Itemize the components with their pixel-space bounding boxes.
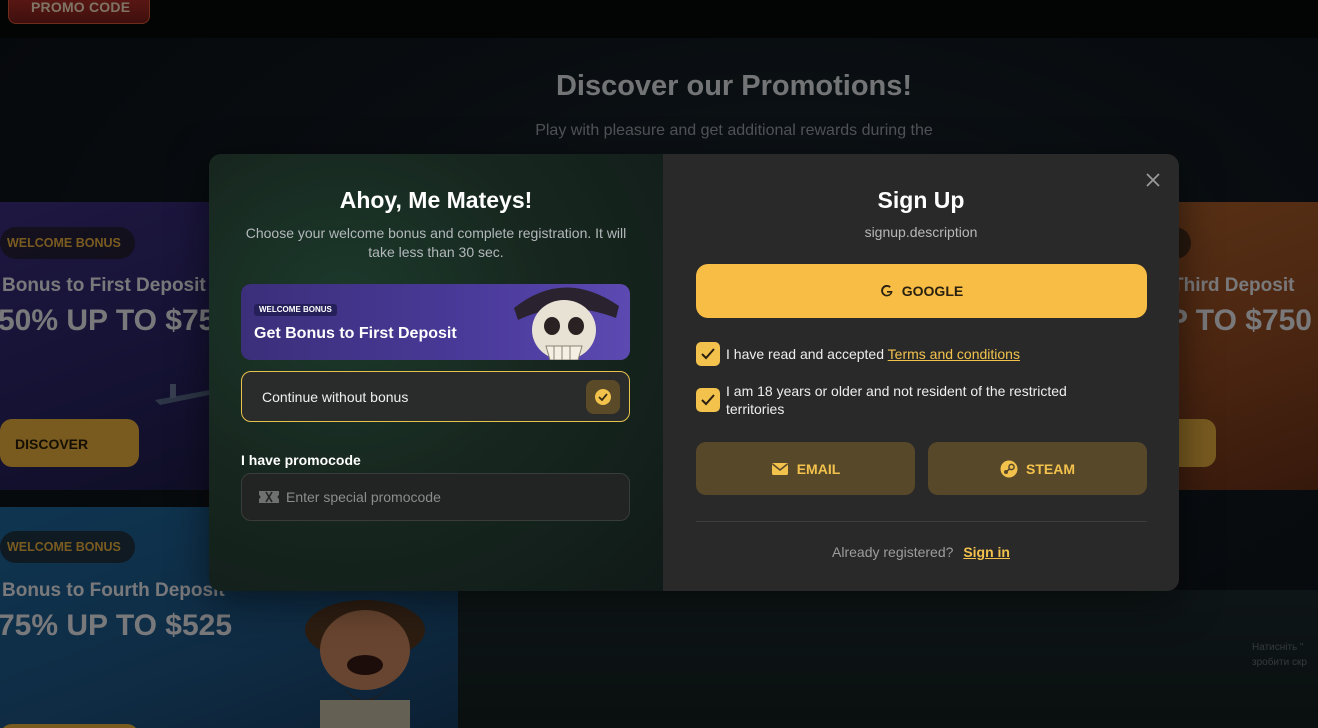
envelope-icon bbox=[771, 463, 788, 475]
promocode-input[interactable] bbox=[286, 474, 616, 520]
signup-title: Sign Up bbox=[877, 187, 965, 213]
terms-text: I have read and accepted bbox=[726, 346, 885, 362]
age-checkbox[interactable] bbox=[696, 388, 720, 412]
already-registered-row: Already registered? Sign in bbox=[663, 544, 1179, 560]
bonus-title: Get Bonus to First Deposit bbox=[254, 325, 457, 342]
already-registered-text: Already registered? bbox=[832, 544, 954, 560]
bonus-badge: WELCOME BONUS bbox=[254, 304, 337, 316]
divider bbox=[696, 521, 1147, 522]
bonus-panel-description: Choose your welcome bonus and complete r… bbox=[245, 225, 627, 260]
age-text: I am 18 years or older and not resident … bbox=[726, 383, 1067, 417]
steam-button-label: STEAM bbox=[1026, 461, 1075, 477]
email-button-label: EMAIL bbox=[796, 461, 841, 477]
age-checkbox-row: I am 18 years or older and not resident … bbox=[696, 383, 1126, 418]
checkmark-icon bbox=[701, 348, 715, 360]
bonus-option-first-deposit[interactable]: WELCOME BONUS Get Bonus to First Deposit bbox=[241, 284, 630, 360]
signup-modal: Ahoy, Me Mateys! Choose your welcome bon… bbox=[209, 154, 1179, 591]
terms-checkbox[interactable] bbox=[696, 342, 720, 366]
bonus-panel-title: Ahoy, Me Mateys! bbox=[339, 187, 533, 213]
sign-in-link[interactable]: Sign in bbox=[963, 544, 1010, 560]
google-button-label: GOOGLE bbox=[901, 283, 964, 299]
terms-checkbox-row: I have read and accepted Terms and condi… bbox=[696, 342, 1020, 366]
selected-check-icon bbox=[586, 380, 620, 414]
ticket-icon bbox=[259, 491, 279, 503]
google-signup-button[interactable]: GOOGLE bbox=[696, 264, 1147, 318]
google-icon bbox=[880, 284, 893, 297]
promotions-page: PROMO CODE Discover our Promotions! Play… bbox=[0, 0, 1318, 728]
steam-icon bbox=[1000, 460, 1018, 478]
signup-panel: Sign Up signup.description GOOGLE I have… bbox=[663, 154, 1179, 591]
terms-link[interactable]: Terms and conditions bbox=[888, 346, 1020, 362]
promocode-field[interactable] bbox=[241, 473, 630, 521]
continue-without-bonus-option[interactable]: Continue without bonus bbox=[241, 371, 630, 422]
skull-pirate-illustration bbox=[514, 287, 619, 360]
email-signup-button[interactable]: EMAIL bbox=[696, 442, 915, 495]
steam-signup-button[interactable]: STEAM bbox=[928, 442, 1147, 495]
signup-description: signup.description bbox=[864, 224, 978, 240]
checkmark-icon bbox=[701, 394, 715, 406]
continue-without-bonus-label: Continue without bonus bbox=[262, 389, 409, 405]
promocode-label: I have promocode bbox=[241, 452, 361, 468]
bonus-panel: Ahoy, Me Mateys! Choose your welcome bon… bbox=[209, 154, 663, 591]
